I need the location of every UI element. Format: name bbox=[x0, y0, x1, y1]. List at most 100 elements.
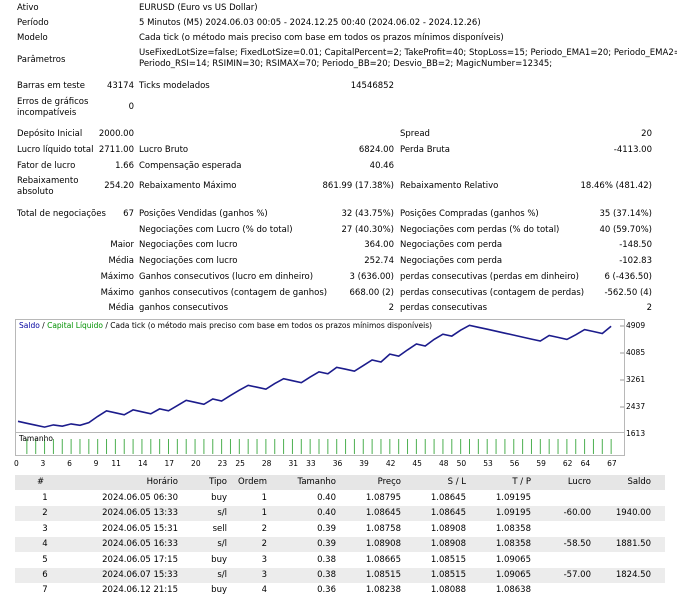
col-tipo[interactable]: Tipo bbox=[185, 475, 227, 490]
row-tp: 1.09065 bbox=[495, 570, 531, 580]
value-ativo: EURUSD (Euro vs US Dollar) bbox=[139, 3, 258, 13]
series-line-balance bbox=[17, 324, 612, 428]
row-tp: 1.09195 bbox=[495, 493, 531, 503]
row-tipo: sell bbox=[212, 523, 227, 534]
col-saldo[interactable]: Saldo bbox=[595, 475, 651, 490]
row-horario: 2024.06.05 13:33 bbox=[102, 508, 178, 519]
value-modelo: Cada tick (o método mais preciso com bas… bbox=[139, 33, 504, 43]
value-ganhos-contagem: 668.00 (2) bbox=[349, 288, 394, 298]
table-row[interactable]: 6 2024.06.07 15:33 s/l 3 0.38 1.08515 1.08515 1… bbox=[15, 568, 665, 583]
table-row[interactable]: 7 2024.06.12 21:15 buy 4 0.36 1.08238 1.08088 1… bbox=[15, 583, 665, 599]
table-row[interactable]: 1 2024.06.05 06:30 buy 1 0.40 1.08795 1.08645 1… bbox=[15, 491, 665, 506]
row-ordem: 3 bbox=[261, 554, 267, 565]
label-modelo: Modelo bbox=[17, 33, 48, 43]
x-tick-label: 9 bbox=[93, 459, 99, 468]
row-preco: 1.08515 bbox=[365, 570, 401, 580]
value-perda-bruta: -4113.00 bbox=[613, 145, 652, 155]
x-tick-label: 56 bbox=[509, 459, 520, 468]
row-horario: 2024.06.05 17:15 bbox=[102, 554, 178, 565]
x-tick-label: 39 bbox=[359, 459, 369, 468]
row-preco: 1.08645 bbox=[365, 508, 401, 519]
row-saldo: 1940.00 bbox=[615, 508, 651, 519]
row-tp: 1.08358 bbox=[495, 539, 531, 550]
value-posicoes-compradas: 35 (37.14%) bbox=[599, 209, 652, 219]
y-tick-label: 3261 bbox=[626, 375, 646, 384]
row-lucro: -58.50 bbox=[563, 539, 591, 550]
row-tp: 1.09195 bbox=[495, 508, 531, 519]
x-tick-label: 67 bbox=[607, 459, 617, 468]
col-lucro[interactable]: Lucro bbox=[535, 475, 591, 490]
legend-sep: / bbox=[39, 321, 48, 330]
label-periodo: Período bbox=[17, 18, 49, 28]
label-media-perda: Negociações com perda bbox=[400, 256, 503, 266]
row-num: 1 bbox=[42, 493, 48, 503]
label-media-lucro: Negociações com lucro bbox=[139, 256, 238, 266]
row-ordem: 2 bbox=[261, 523, 267, 534]
value-lucro-liquido: 2711.00 bbox=[98, 145, 134, 155]
row-num: 3 bbox=[42, 523, 48, 534]
col-preco[interactable]: Preço bbox=[345, 475, 401, 490]
value-rebaix-rel: 18.46% (481.42) bbox=[580, 181, 653, 191]
label-ativo: Ativo bbox=[17, 3, 39, 13]
label-perdas-contagem: perdas consecutivas (contagem de perdas) bbox=[400, 288, 585, 298]
label-maximo: Máximo bbox=[100, 272, 134, 282]
value-total-negociacoes: 67 bbox=[123, 209, 134, 219]
x-tick-label: 53 bbox=[483, 459, 493, 468]
row-tamanho: 0.38 bbox=[317, 570, 336, 580]
value-fator-lucro: 1.66 bbox=[115, 161, 134, 171]
x-tick-label: 33 bbox=[306, 459, 316, 468]
row-num: 7 bbox=[42, 585, 48, 596]
legend-balance: Saldo bbox=[19, 321, 40, 330]
x-tick-label: 17 bbox=[164, 459, 175, 468]
x-tick-label: 59 bbox=[536, 459, 546, 468]
value-maior-lucro: 364.00 bbox=[364, 240, 394, 250]
row-tipo: s/l bbox=[217, 508, 227, 519]
label-maior: Maior bbox=[110, 240, 134, 250]
value-erros: 0 bbox=[128, 102, 134, 112]
col-ordem[interactable]: Ordem bbox=[225, 475, 267, 490]
label-perdas-medias: perdas consecutivas bbox=[400, 303, 488, 313]
row-num: 6 bbox=[42, 570, 48, 580]
label-neg-lucro: Negociações com Lucro (% do total) bbox=[139, 225, 293, 235]
label-ticks: Ticks modelados bbox=[139, 81, 210, 91]
label-ganhos-medios: ganhos consecutivos bbox=[139, 303, 229, 313]
label-ganhos-contagem: ganhos consecutivos (contagem de ganhos) bbox=[139, 288, 328, 298]
balance-chart: Saldo / Capital Líquido / Cada tick (o m… bbox=[15, 319, 625, 443]
row-tp: 1.09065 bbox=[495, 554, 531, 565]
col-tamanho[interactable]: Tamanho bbox=[280, 475, 336, 490]
col-tp[interactable]: T / P bbox=[475, 475, 531, 490]
label-spread: Spread bbox=[400, 129, 430, 139]
col-horario[interactable]: Horário bbox=[90, 475, 178, 490]
row-num: 4 bbox=[42, 539, 48, 550]
row-lucro: -57.00 bbox=[563, 570, 591, 580]
x-tick-label: 42 bbox=[385, 459, 396, 468]
col-num[interactable]: # bbox=[37, 475, 44, 490]
row-tp: 1.08358 bbox=[495, 523, 531, 534]
balance-chart-svg bbox=[17, 324, 624, 435]
x-tick-label: 25 bbox=[235, 459, 245, 468]
legend-model: / Cada tick (o método mais preciso com b… bbox=[103, 321, 433, 330]
row-sl: 1.08088 bbox=[430, 585, 466, 596]
value-spread: 20 bbox=[641, 129, 652, 139]
table-header: # Horário Tipo Ordem Tamanho Preço S / L… bbox=[15, 475, 665, 490]
row-ordem: 4 bbox=[261, 585, 267, 596]
x-tick-label: 48 bbox=[438, 459, 449, 468]
value-compensacao: 40.46 bbox=[369, 161, 394, 171]
row-ordem: 3 bbox=[261, 570, 267, 580]
label-rebaix-rel: Rebaixamento Relativo bbox=[400, 181, 499, 191]
label-posicoes-vendidas: Posições Vendidas (ganhos %) bbox=[139, 209, 268, 219]
x-tick-label: 20 bbox=[191, 459, 201, 468]
label-maior-perda: Negociações com perda bbox=[400, 240, 503, 250]
col-sl[interactable]: S / L bbox=[410, 475, 466, 490]
row-sl: 1.08515 bbox=[430, 554, 466, 565]
label-maximo-2: Máximo bbox=[100, 288, 134, 298]
value-rebaix-abs: 254.20 bbox=[104, 181, 134, 191]
table-row[interactable]: 3 2024.06.05 15:31 sell 2 0.39 1.08758 1.08908… bbox=[15, 521, 665, 537]
x-tick-label: 50 bbox=[456, 459, 467, 468]
label-parametros: Parâmetros bbox=[17, 55, 66, 65]
table-row[interactable]: 4 2024.06.05 16:33 s/l 2 0.39 1.08908 1.08908 1… bbox=[15, 537, 665, 553]
table-row[interactable]: 5 2024.06.05 17:15 buy 3 0.38 1.08665 1.08515 1… bbox=[15, 552, 665, 568]
table-row[interactable]: 2 2024.06.05 13:33 s/l 1 0.40 1.08645 1.08645 1… bbox=[15, 506, 665, 522]
y-tick-label: 4909 bbox=[626, 321, 646, 330]
y-tick-label: 2437 bbox=[626, 402, 646, 411]
